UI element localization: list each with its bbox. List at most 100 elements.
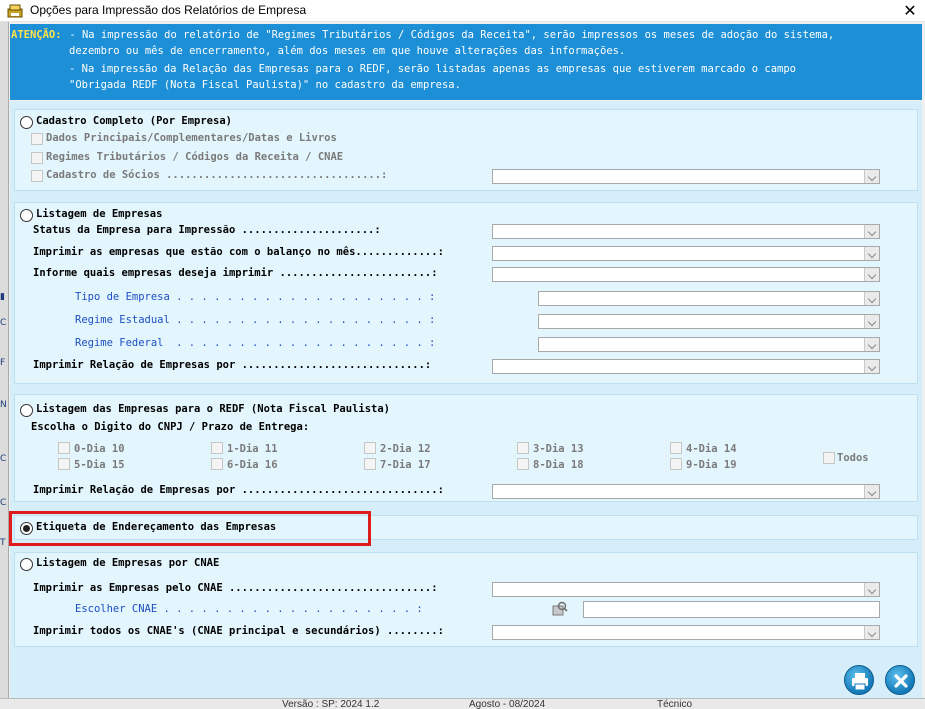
tipo-empresa-select[interactable]	[538, 291, 880, 306]
edge-fragment: ▮	[0, 292, 5, 302]
warning-line-2: dezembro ou mês de encerramento, além do…	[69, 45, 626, 57]
redf-panel: Listagem das Empresas para o REDF (Nota …	[14, 394, 918, 502]
digit-2-label: 2-Dia 12	[380, 443, 431, 455]
chevron-down-icon[interactable]	[864, 225, 879, 238]
cadastro-radio[interactable]	[20, 116, 33, 129]
cnae-todos-select[interactable]	[492, 625, 880, 640]
edge-fragment: C	[0, 318, 7, 328]
status-usuario: Técnico	[657, 699, 693, 709]
print-button[interactable]	[844, 665, 874, 695]
cnae-todos-label: Imprimir todos os CNAE's (CNAE principal…	[33, 625, 444, 637]
listagem-panel: Listagem de Empresas Status da Empresa p…	[14, 202, 918, 384]
redf-subtitle: Escolha o Digito do CNPJ / Prazo de Entr…	[31, 421, 310, 433]
redf-relacao-select[interactable]	[492, 484, 880, 499]
cadastro-socios-label: Cadastro de Sócios .....................…	[46, 169, 388, 181]
edge-fragment: N	[0, 400, 7, 410]
digit-5-checkbox[interactable]	[58, 458, 70, 470]
escolher-cnae-input[interactable]	[583, 601, 880, 618]
warning-line-1: - Na impressão do relatório de "Regimes …	[63, 29, 835, 41]
close-window-icon[interactable]: ✕	[895, 0, 925, 22]
digit-0-checkbox[interactable]	[58, 442, 70, 454]
close-button[interactable]	[885, 665, 915, 695]
app-icon	[7, 4, 23, 18]
digit-1-label: 1-Dia 11	[227, 443, 278, 455]
digit-3-label: 3-Dia 13	[533, 443, 584, 455]
chevron-down-icon[interactable]	[864, 338, 879, 351]
digit-6-label: 6-Dia 16	[227, 459, 278, 471]
regime-estadual-select[interactable]	[538, 314, 880, 329]
warning-line-3: - Na impressão da Relação das Empresas p…	[69, 63, 796, 75]
chevron-down-icon[interactable]	[864, 292, 879, 305]
digit-2-checkbox[interactable]	[364, 442, 376, 454]
digit-0-label: 0-Dia 10	[74, 443, 125, 455]
informe-select[interactable]	[492, 267, 880, 282]
balanco-label: Imprimir as empresas que estão com o bal…	[33, 246, 444, 258]
regimes-tributarios-label: Regimes Tributários / Códigos da Receita…	[46, 151, 344, 163]
todos-label: Todos	[837, 452, 869, 464]
cadastro-socios-checkbox[interactable]	[31, 170, 43, 182]
selection-highlight	[9, 511, 371, 546]
relacao-label: Imprimir Relação de Empresas por .......…	[33, 359, 432, 371]
digit-3-checkbox[interactable]	[517, 442, 529, 454]
regime-estadual-label: Regime Estadual . . . . . . . . . . . . …	[75, 314, 436, 326]
chevron-down-icon[interactable]	[864, 170, 879, 183]
cadastro-panel: Cadastro Completo (Por Empresa) Dados Pr…	[14, 109, 918, 191]
regime-federal-select[interactable]	[538, 337, 880, 352]
edge-fragment: T	[0, 538, 6, 548]
chevron-down-icon[interactable]	[864, 268, 879, 281]
balanco-select[interactable]	[492, 246, 880, 261]
digit-7-checkbox[interactable]	[364, 458, 376, 470]
digit-8-label: 8-Dia 18	[533, 459, 584, 471]
warning-line-4: "Obrigada REDF (Nota Fiscal Paulista)" n…	[69, 79, 461, 91]
digit-1-checkbox[interactable]	[211, 442, 223, 454]
redf-relacao-label: Imprimir Relação de Empresas por .......…	[33, 484, 444, 496]
digit-9-label: 9-Dia 19	[686, 459, 737, 471]
dados-principais-label: Dados Principais/Complementares/Datas e …	[46, 132, 337, 144]
printer-icon	[852, 673, 868, 691]
chevron-down-icon[interactable]	[864, 360, 879, 373]
window-title: Opções para Impressão dos Relatórios de …	[30, 3, 307, 17]
listagem-radio[interactable]	[20, 209, 33, 222]
edge-fragment: F	[0, 358, 6, 368]
search-cnae-icon[interactable]	[550, 601, 568, 617]
digit-4-checkbox[interactable]	[670, 442, 682, 454]
cnae-pelo-label: Imprimir as Empresas pelo CNAE .........…	[33, 582, 438, 594]
chevron-down-icon[interactable]	[864, 485, 879, 498]
chevron-down-icon[interactable]	[864, 583, 879, 596]
status-select[interactable]	[492, 224, 880, 239]
tipo-empresa-label: Tipo de Empresa . . . . . . . . . . . . …	[75, 291, 436, 303]
chevron-down-icon[interactable]	[864, 247, 879, 260]
digit-8-checkbox[interactable]	[517, 458, 529, 470]
digit-5-label: 5-Dia 15	[74, 459, 125, 471]
digit-7-label: 7-Dia 17	[380, 459, 431, 471]
redf-radio[interactable]	[20, 404, 33, 417]
digit-4-label: 4-Dia 14	[686, 443, 737, 455]
edge-fragment: C	[0, 498, 7, 508]
regimes-tributarios-checkbox[interactable]	[31, 152, 43, 164]
regime-federal-label: Regime Federal . . . . . . . . . . . . .…	[75, 337, 436, 349]
warning-banner: ATENÇÃO: - Na impressão do relatório de …	[10, 24, 922, 100]
informe-label: Informe quais empresas deseja imprimir .…	[33, 267, 438, 279]
edge-fragment: C	[0, 454, 7, 464]
digit-9-checkbox[interactable]	[670, 458, 682, 470]
dados-principais-checkbox[interactable]	[31, 133, 43, 145]
todos-checkbox[interactable]	[823, 452, 835, 464]
relacao-select[interactable]	[492, 359, 880, 374]
title-bar: Opções para Impressão dos Relatórios de …	[0, 0, 925, 22]
cnae-pelo-select[interactable]	[492, 582, 880, 597]
digit-6-checkbox[interactable]	[211, 458, 223, 470]
dialog-footer	[10, 653, 922, 698]
escolher-cnae-label: Escolher CNAE . . . . . . . . . . . . . …	[75, 603, 423, 615]
listagem-title: Listagem de Empresas	[36, 208, 163, 220]
status-versao: Versão : SP: 2024 1.2	[282, 699, 380, 709]
status-bar: Versão : SP: 2024 1.2 Agosto - 08/2024 T…	[0, 698, 925, 709]
cnae-radio[interactable]	[20, 558, 33, 571]
cnae-title: Listagem de Empresas por CNAE	[36, 557, 220, 569]
options-area: Cadastro Completo (Por Empresa) Dados Pr…	[10, 101, 922, 653]
cnae-panel: Listagem de Empresas por CNAE Imprimir a…	[14, 552, 918, 647]
chevron-down-icon[interactable]	[864, 315, 879, 328]
warning-label: ATENÇÃO:	[11, 29, 62, 41]
chevron-down-icon[interactable]	[864, 626, 879, 639]
status-label: Status da Empresa para Impressão .......…	[33, 224, 381, 236]
cadastro-socios-select[interactable]	[492, 169, 880, 184]
